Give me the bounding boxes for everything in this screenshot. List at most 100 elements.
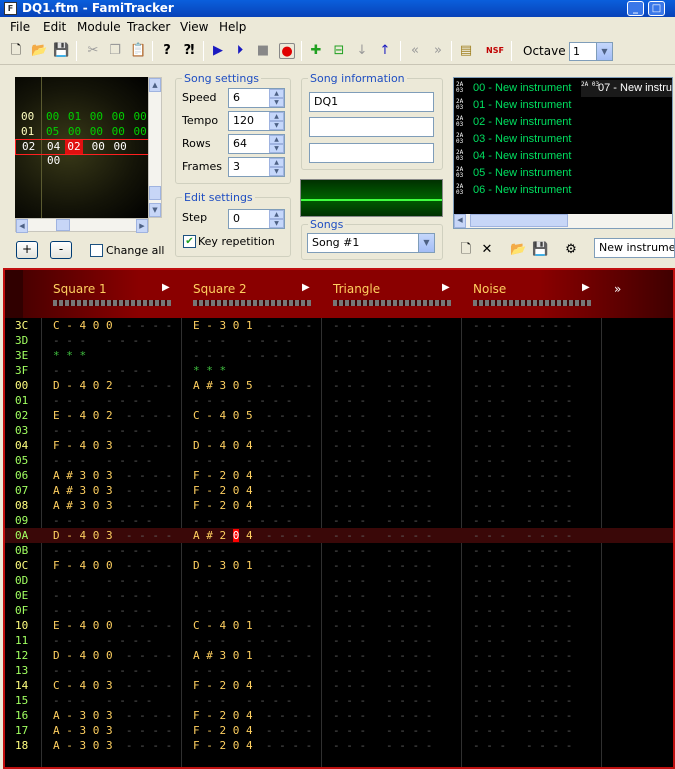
pattern-row[interactable]: 18 A - 3 0 3 - - - -F - 2 0 4 - - - -- - … bbox=[5, 738, 673, 753]
pattern-cell[interactable]: - - - - - - - bbox=[473, 618, 572, 633]
pattern-row[interactable]: 01 - - - - - - - - - - - - - - - - - - - - … bbox=[5, 393, 673, 408]
pattern-row[interactable]: 12 D - 4 0 0 - - - -A # 3 0 1 - - - -- - … bbox=[5, 648, 673, 663]
pattern-cell[interactable]: - - - - - - - bbox=[473, 468, 572, 483]
context-help-icon[interactable]: ⁈ bbox=[181, 43, 197, 59]
channel-arrow-icon[interactable]: ▶ bbox=[582, 282, 590, 293]
menu-file[interactable]: File bbox=[10, 20, 30, 34]
pattern-cell[interactable]: - - - - - - - bbox=[333, 408, 432, 423]
remove-instrument-icon[interactable]: ✕ bbox=[479, 242, 495, 258]
spin-down-icon[interactable]: ▼ bbox=[269, 144, 284, 153]
pattern-row[interactable]: 14 C - 4 0 3 - - - -F - 2 0 4 - - - -- - … bbox=[5, 678, 673, 693]
new-instrument-icon[interactable]: 🗋 bbox=[458, 242, 474, 258]
pattern-cell[interactable]: - - - - - - - bbox=[333, 378, 432, 393]
pattern-cell[interactable]: - - - - - - - bbox=[333, 648, 432, 663]
pattern-cell[interactable]: - - - - - - - bbox=[333, 498, 432, 513]
pattern-cell[interactable]: - - - - - - - bbox=[193, 573, 292, 588]
pattern-cell[interactable]: - - - - - - - bbox=[53, 633, 152, 648]
key-repetition-checkbox[interactable]: ✔ bbox=[183, 235, 196, 248]
pattern-cell[interactable]: - - - - - - - bbox=[333, 423, 432, 438]
pattern-cell[interactable]: - - - - - - - bbox=[473, 333, 572, 348]
scroll-channels-icon[interactable]: » bbox=[614, 282, 621, 296]
frame-row[interactable]: 00 00 01 00 00 00 bbox=[15, 110, 149, 124]
pattern-cell[interactable]: - - - - - - - bbox=[193, 513, 292, 528]
pattern-cell[interactable]: A # 2 0 4 - - - - bbox=[193, 528, 312, 543]
pattern-cell[interactable]: - - - - - - - bbox=[333, 633, 432, 648]
pattern-cell[interactable]: - - - - - - - bbox=[473, 648, 572, 663]
rows-spinner[interactable]: 64 ▲ ▼ bbox=[228, 134, 285, 154]
scroll-left-icon[interactable]: ◀ bbox=[16, 219, 28, 233]
pattern-row[interactable]: 15 - - - - - - - - - - - - - - - - - - - - … bbox=[5, 693, 673, 708]
menu-module[interactable]: Module bbox=[77, 20, 121, 34]
pattern-cell[interactable]: A # 3 0 5 - - - - bbox=[193, 378, 312, 393]
pattern-cell[interactable]: - - - - - - - bbox=[473, 588, 572, 603]
pattern-cell[interactable]: D - 3 0 1 - - - - bbox=[193, 558, 312, 573]
save-icon[interactable]: 💾 bbox=[53, 43, 69, 59]
channel-arrow-icon[interactable]: ▶ bbox=[162, 282, 170, 293]
pattern-cell[interactable]: F - 2 0 4 - - - - bbox=[193, 468, 312, 483]
pattern-cell[interactable]: - - - - - - - bbox=[473, 738, 572, 753]
pattern-cell[interactable]: - - - - - - - bbox=[53, 363, 152, 378]
add-frame-button[interactable]: + bbox=[16, 241, 38, 259]
pattern-cell[interactable]: - - - - - - - bbox=[193, 633, 292, 648]
scroll-thumb[interactable] bbox=[149, 186, 161, 200]
pattern-cell[interactable]: D - 4 0 4 - - - - bbox=[193, 438, 312, 453]
sample-visualizer[interactable] bbox=[300, 179, 443, 217]
pattern-cell[interactable]: - - - - - - - bbox=[473, 348, 572, 363]
pattern-cell[interactable]: - - - - - - - bbox=[53, 588, 152, 603]
pattern-cell[interactable]: - - - - - - - bbox=[473, 543, 572, 558]
scroll-thumb[interactable] bbox=[56, 219, 70, 231]
spin-down-icon[interactable]: ▼ bbox=[269, 98, 284, 107]
pattern-cell[interactable]: - - - - - - - bbox=[53, 453, 152, 468]
pattern-cell[interactable]: - - - - - - - bbox=[333, 483, 432, 498]
pattern-cell[interactable]: - - - - - - - bbox=[473, 693, 572, 708]
pattern-cell[interactable]: D - 4 0 3 - - - - bbox=[53, 528, 172, 543]
spin-down-icon[interactable]: ▼ bbox=[269, 167, 284, 176]
spin-up-icon[interactable]: ▲ bbox=[269, 158, 284, 167]
spin-up-icon[interactable]: ▲ bbox=[269, 112, 284, 121]
add-frame-icon[interactable]: ✚ bbox=[308, 43, 324, 59]
pattern-cell[interactable]: - - - - - - - bbox=[193, 543, 292, 558]
nsf-export-icon[interactable]: NSF bbox=[486, 43, 504, 59]
scroll-thumb[interactable] bbox=[470, 214, 568, 227]
pattern-cell[interactable]: - - - - - - - bbox=[473, 708, 572, 723]
pattern-cell[interactable]: - - - - - - - bbox=[53, 543, 152, 558]
channel-noise[interactable]: Noise bbox=[473, 282, 506, 296]
octave-select[interactable]: 1 ▼ bbox=[569, 42, 613, 61]
frames-spinner[interactable]: 3 ▲ ▼ bbox=[228, 157, 285, 177]
pattern-row[interactable]: 02 E - 4 0 2 - - - -C - 4 0 5 - - - -- - … bbox=[5, 408, 673, 423]
stop-icon[interactable]: ■ bbox=[255, 43, 271, 59]
pattern-cell[interactable]: - - - - - - - bbox=[333, 453, 432, 468]
pattern-row[interactable]: 10 E - 4 0 0 - - - -C - 4 0 1 - - - -- - … bbox=[5, 618, 673, 633]
pattern-cell[interactable]: - - - - - - - bbox=[333, 438, 432, 453]
song-title-field[interactable]: DQ1 bbox=[309, 92, 434, 112]
pattern-cell[interactable]: - - - - - - - bbox=[333, 513, 432, 528]
pattern-cell[interactable]: - - - - - - - bbox=[333, 723, 432, 738]
instrument-item[interactable]: 2A 03 00 - New instrument bbox=[456, 80, 571, 97]
menu-edit[interactable]: Edit bbox=[43, 20, 66, 34]
pattern-row[interactable]: 08 A # 3 0 3 - - - -F - 2 0 4 - - - -- - … bbox=[5, 498, 673, 513]
pattern-cell[interactable]: - - - - - - - bbox=[333, 603, 432, 618]
pattern-row[interactable]: 3C C - 4 0 0 - - - -E - 3 0 1 - - - -- - … bbox=[5, 318, 673, 333]
pattern-cell[interactable]: - - - - - - - bbox=[53, 693, 152, 708]
pattern-cell[interactable]: - - - - - - - bbox=[53, 663, 152, 678]
pattern-cell[interactable]: C - 4 0 3 - - - - bbox=[53, 678, 172, 693]
song-author-field[interactable] bbox=[309, 117, 434, 137]
paste-icon[interactable]: 📋 bbox=[130, 43, 146, 59]
channel-triangle[interactable]: Triangle bbox=[333, 282, 380, 296]
pattern-cell[interactable]: - - - - - - - bbox=[473, 678, 572, 693]
pattern-row[interactable]: 0F - - - - - - - - - - - - - - - - - - - - … bbox=[5, 603, 673, 618]
module-properties-icon[interactable]: ▤ bbox=[458, 43, 474, 59]
pattern-cell[interactable]: D - 4 0 0 - - - - bbox=[53, 648, 172, 663]
instrument-item[interactable]: 2A 03 02 - New instrument bbox=[456, 114, 571, 131]
scroll-left-icon[interactable]: ◀ bbox=[454, 214, 466, 228]
pattern-cell[interactable]: - - - - - - - bbox=[333, 363, 432, 378]
pattern-cell[interactable]: * * * bbox=[193, 363, 226, 378]
channel-square1[interactable]: Square 1 bbox=[53, 282, 107, 296]
pattern-cell[interactable]: - - - - - - - bbox=[53, 513, 152, 528]
menu-help[interactable]: Help bbox=[219, 20, 246, 34]
pattern-cell[interactable]: F - 2 0 4 - - - - bbox=[193, 738, 312, 753]
load-instrument-icon[interactable]: 📂 bbox=[510, 242, 526, 258]
spin-down-icon[interactable]: ▼ bbox=[269, 219, 284, 228]
pattern-cell[interactable]: - - - - - - - bbox=[53, 333, 152, 348]
frame-list[interactable]: 00 00 01 00 00 00 01 05 00 00 00 00 02 0… bbox=[15, 77, 149, 218]
